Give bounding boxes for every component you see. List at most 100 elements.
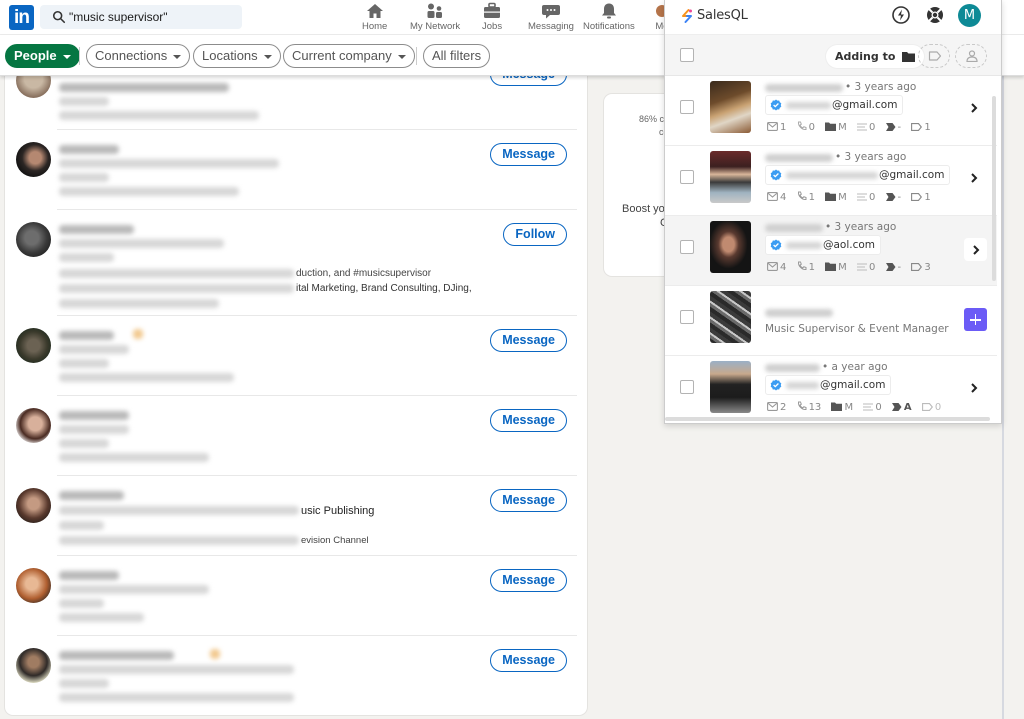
nav-messaging[interactable]: Messaging <box>528 2 574 32</box>
contact-checkbox[interactable] <box>680 380 694 394</box>
email-domain: @aol.com <box>823 239 876 251</box>
contact-email[interactable]: @gmail.com <box>765 375 892 395</box>
open-contact-button[interactable] <box>964 238 987 261</box>
result-current-blurred <box>59 373 234 382</box>
contact-row[interactable]: • 3 years ago @gmail.com 1 0 M 0 - 1 <box>665 76 997 146</box>
result-current-blurred <box>59 536 299 545</box>
contact-name-blurred <box>765 309 833 317</box>
contact-row[interactable]: • 3 years ago @gmail.com 4 1 M 0 - 1 <box>665 146 997 216</box>
notes-icon <box>856 193 867 201</box>
linkedin-logo[interactable]: in <box>9 5 34 30</box>
contact-checkbox[interactable] <box>680 170 694 184</box>
profile-avatar[interactable] <box>16 142 51 177</box>
search-value: "music supervisor" <box>69 10 168 24</box>
filter-people[interactable]: People <box>5 44 80 68</box>
filter-all-filters[interactable]: All filters <box>423 44 491 68</box>
filter-current-company[interactable]: Current company <box>283 44 415 68</box>
contact-checkbox[interactable] <box>680 100 694 114</box>
follow-button[interactable]: Follow <box>503 223 567 246</box>
email-domain: @gmail.com <box>879 169 945 181</box>
contact-row[interactable]: Music Supervisor & Event Manager <box>665 286 997 356</box>
contact-email[interactable]: @gmail.com <box>765 95 904 115</box>
assign-owner-button[interactable] <box>955 44 987 68</box>
contact-checkbox[interactable] <box>680 240 694 254</box>
nav-my-network[interactable]: My Network <box>410 2 460 32</box>
result-item[interactable]: duction, and #musicsupervisor ital Marke… <box>5 210 587 316</box>
stage: - <box>885 262 901 273</box>
message-button[interactable]: Message <box>490 329 567 352</box>
list-folder: M <box>825 192 847 203</box>
user-avatar[interactable]: M <box>958 4 981 27</box>
profile-avatar[interactable] <box>16 488 51 523</box>
nav-home[interactable]: Home <box>362 2 387 32</box>
profile-avatar[interactable] <box>16 222 51 257</box>
result-name-blurred[interactable] <box>59 145 119 154</box>
result-name-blurred[interactable] <box>59 651 174 660</box>
page-scrollbar-track[interactable] <box>1002 74 1004 719</box>
emails-count: 4 <box>767 192 786 203</box>
chevron-right-icon[interactable] <box>969 172 979 184</box>
phone-icon <box>797 261 807 271</box>
result-current-blurred <box>59 613 144 622</box>
horizontal-scrollbar[interactable] <box>665 417 990 421</box>
result-skills-blurred <box>59 284 294 293</box>
search-input[interactable]: "music supervisor" <box>40 5 242 29</box>
message-button[interactable]: Message <box>490 143 567 166</box>
profile-avatar[interactable] <box>16 648 51 683</box>
message-button[interactable]: Message <box>490 649 567 672</box>
result-summary-blurred <box>59 269 294 278</box>
contact-row[interactable]: • 3 years ago @aol.com 4 1 M 0 - 3 <box>665 216 997 286</box>
message-button[interactable]: Message <box>490 569 567 592</box>
contact-checkbox[interactable] <box>680 310 694 324</box>
nav-notifications[interactable]: Notifications <box>583 2 635 32</box>
chevron-right-icon[interactable] <box>969 102 979 114</box>
premium-badge-blurred <box>210 649 220 659</box>
select-all-checkbox[interactable] <box>680 48 694 62</box>
folder-icon <box>825 262 837 271</box>
filter-connections[interactable]: Connections <box>86 44 191 68</box>
contact-stats: 4 1 M 0 - 3 <box>767 261 938 273</box>
vertical-scrollbar[interactable] <box>992 96 996 281</box>
filter-locations[interactable]: Locations <box>193 44 281 68</box>
salesql-header: SalesQL M <box>665 0 1001 35</box>
message-button[interactable]: Message <box>490 489 567 512</box>
result-name-blurred[interactable] <box>59 331 114 340</box>
result-item[interactable]: Message <box>5 636 587 715</box>
profile-avatar[interactable] <box>16 328 51 363</box>
folder-icon <box>902 52 916 62</box>
contact-added-time: • 3 years ago <box>845 81 917 93</box>
result-current-blurred <box>59 453 209 462</box>
result-item[interactable]: Message <box>5 556 587 636</box>
chevron-right-icon[interactable] <box>969 382 979 394</box>
result-item[interactable]: Message <box>5 316 587 396</box>
stage: - <box>885 122 901 133</box>
result-name-blurred[interactable] <box>59 491 124 500</box>
add-contact-button[interactable] <box>964 308 987 331</box>
lightning-icon[interactable] <box>891 5 911 25</box>
folder-icon <box>825 122 837 131</box>
result-item[interactable]: Message <box>5 396 587 476</box>
result-name-blurred[interactable] <box>59 571 119 580</box>
result-location-blurred <box>59 521 104 530</box>
result-name-blurred[interactable] <box>59 225 134 234</box>
help-lifebuoy-icon[interactable] <box>925 5 945 25</box>
search-results-list: Message Message duction, and #musicsuper… <box>5 60 587 715</box>
nav-jobs[interactable]: Jobs <box>482 2 502 32</box>
adding-to-list-button[interactable]: Adding to <box>826 45 925 68</box>
contact-row[interactable]: • a year ago @gmail.com 2 13 M 0 A 0 <box>665 356 997 423</box>
result-item[interactable]: usic Publishing evision Channel Message <box>5 476 587 556</box>
filter-divider <box>79 47 80 65</box>
result-item[interactable]: Message <box>5 130 587 210</box>
salesql-toolbar: Adding to <box>665 35 1001 76</box>
messaging-icon <box>541 5 560 19</box>
result-name-blurred[interactable] <box>59 411 129 420</box>
mail-icon <box>767 122 778 131</box>
tag-button[interactable] <box>918 44 950 68</box>
profile-avatar[interactable] <box>16 568 51 603</box>
mail-icon <box>767 192 778 201</box>
result-headline-blurred <box>59 159 279 168</box>
profile-avatar[interactable] <box>16 408 51 443</box>
message-button[interactable]: Message <box>490 409 567 432</box>
contact-email[interactable]: @aol.com <box>765 235 882 255</box>
contact-email[interactable]: @gmail.com <box>765 165 951 185</box>
